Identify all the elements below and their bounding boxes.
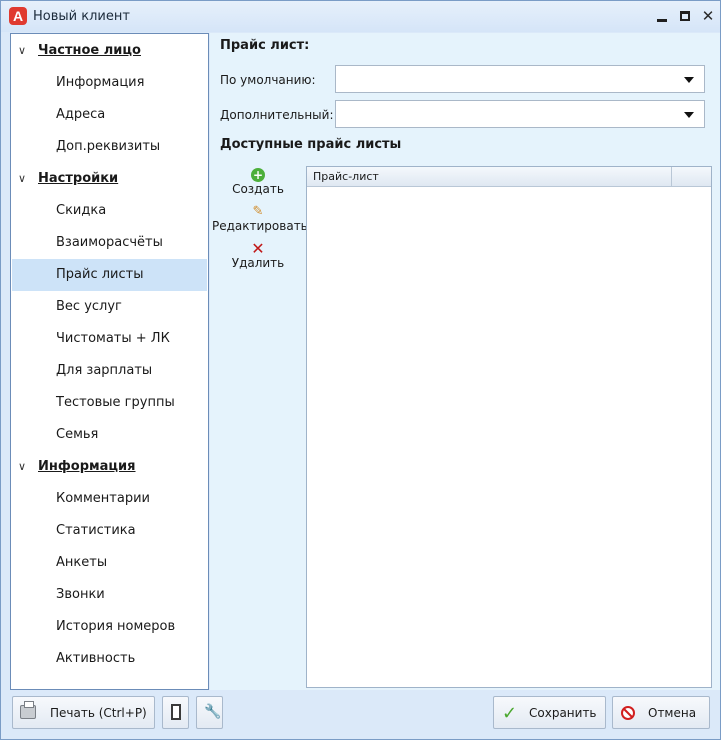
close-button[interactable]: ✕ xyxy=(699,7,717,25)
default-price-list-select[interactable] xyxy=(335,65,705,93)
new-client-window: A Новый клиент ✕ ∨ Частное лицо Информац… xyxy=(0,0,721,740)
additional-price-list-label: Дополнительный: xyxy=(220,108,334,122)
nav-item-label: История номеров xyxy=(56,619,176,634)
nav-item-label: Скидка xyxy=(56,203,107,218)
maximize-icon xyxy=(680,11,690,21)
nav-item-label: Тестовые группы xyxy=(56,395,175,410)
additional-price-list-select[interactable] xyxy=(335,100,705,128)
tools-button[interactable]: 🔧 xyxy=(196,696,223,729)
cancel-label: Отмена xyxy=(648,706,697,720)
nav-item-label: Вес услуг xyxy=(56,299,122,314)
dropdown-arrow-icon xyxy=(684,112,694,118)
create-label: Создать xyxy=(232,182,284,196)
checkmark-icon: ✓ xyxy=(502,703,518,724)
nav-item-label: Семья xyxy=(56,427,99,442)
save-label: Сохранить xyxy=(529,706,597,720)
nav-item-surveys[interactable]: Анкеты xyxy=(11,547,208,579)
cancel-button[interactable]: Отмена xyxy=(612,696,710,729)
delete-label: Удалить xyxy=(231,256,285,270)
nav-group-settings[interactable]: ∨ Настройки xyxy=(11,163,208,195)
app-logo-icon: A xyxy=(9,7,27,25)
grid-header: Прайс-лист xyxy=(307,167,711,187)
available-price-lists-title: Доступные прайс листы xyxy=(220,137,402,152)
price-list-panel: Прайс лист: По умолчанию: Дополнительный… xyxy=(210,33,720,690)
nav-item-phone-history[interactable]: История номеров xyxy=(11,611,208,643)
nav-item-calls[interactable]: Звонки xyxy=(11,579,208,611)
document-icon xyxy=(171,704,181,720)
delete-button[interactable]: ✕ Удалить xyxy=(212,239,304,271)
nav-item-label: Информация xyxy=(56,75,145,90)
nav-group-private-person[interactable]: ∨ Частное лицо xyxy=(11,35,208,67)
pencil-icon: ✎ xyxy=(252,204,264,219)
nav-item-service-weight[interactable]: Вес услуг xyxy=(11,291,208,323)
edit-button[interactable]: ✎ Редактировать xyxy=(212,204,308,234)
title-bar[interactable]: A Новый клиент ✕ xyxy=(1,1,720,32)
nav-item-test-groups[interactable]: Тестовые группы xyxy=(11,387,208,419)
close-icon: ✕ xyxy=(701,7,715,25)
minimize-button[interactable] xyxy=(653,7,671,25)
price-lists-grid[interactable]: Прайс-лист xyxy=(306,166,712,688)
chevron-down-icon: ∨ xyxy=(17,44,27,57)
nav-item-label: Взаиморасчёты xyxy=(56,235,163,250)
column-header-price-list[interactable]: Прайс-лист xyxy=(313,170,379,183)
nav-group-label: Информация xyxy=(38,459,136,474)
nav-item-activity[interactable]: Активность xyxy=(11,643,208,675)
chevron-down-icon: ∨ xyxy=(17,172,27,185)
nav-item-comments[interactable]: Комментарии xyxy=(11,483,208,515)
nav-item-info[interactable]: Информация xyxy=(11,67,208,99)
nav-item-family[interactable]: Семья xyxy=(11,419,208,451)
print-label: Печать (Ctrl+P) xyxy=(50,706,147,720)
document-button[interactable] xyxy=(162,696,189,729)
delete-x-icon: ✕ xyxy=(251,239,265,258)
nav-item-settlements[interactable]: Взаиморасчёты xyxy=(11,227,208,259)
nav-item-label: Чистоматы + ЛК xyxy=(56,331,170,346)
nav-item-label: Для зарплаты xyxy=(56,363,153,378)
nav-item-chistomaty[interactable]: Чистоматы + ЛК xyxy=(11,323,208,355)
default-price-list-label: По умолчанию: xyxy=(220,73,316,87)
nav-group-information[interactable]: ∨ Информация xyxy=(11,451,208,483)
nav-group-label: Настройки xyxy=(38,171,119,186)
save-button[interactable]: ✓ Сохранить xyxy=(493,696,606,729)
nav-item-label: Звонки xyxy=(56,587,105,602)
wrench-icon: 🔧 xyxy=(204,704,222,720)
nav-item-label: Адреса xyxy=(56,107,106,122)
minimize-icon xyxy=(657,19,667,22)
nav-item-label: Прайс листы xyxy=(56,267,144,282)
dropdown-arrow-icon xyxy=(684,77,694,83)
cancel-icon xyxy=(621,706,635,720)
print-button[interactable]: Печать (Ctrl+P) xyxy=(12,696,155,729)
chevron-down-icon: ∨ xyxy=(17,460,27,473)
nav-item-label: Активность xyxy=(56,651,136,666)
nav-item-price-lists[interactable]: Прайс листы xyxy=(12,259,207,291)
nav-item-label: Доп.реквизиты xyxy=(56,139,161,154)
nav-item-statistics[interactable]: Статистика xyxy=(11,515,208,547)
price-list-section-title: Прайс лист: xyxy=(220,38,310,53)
column-separator[interactable] xyxy=(671,167,672,187)
printer-icon xyxy=(20,701,36,719)
nav-item-label: Комментарии xyxy=(56,491,150,506)
nav-item-extra-details[interactable]: Доп.реквизиты xyxy=(11,131,208,163)
nav-tree: ∨ Частное лицо Информация Адреса Доп.рек… xyxy=(10,33,209,690)
window-title: Новый клиент xyxy=(33,9,130,24)
plus-circle-icon: + xyxy=(251,168,265,182)
nav-item-addresses[interactable]: Адреса xyxy=(11,99,208,131)
nav-item-label: Статистика xyxy=(56,523,136,538)
nav-item-discount[interactable]: Скидка xyxy=(11,195,208,227)
nav-item-label: Анкеты xyxy=(56,555,108,570)
nav-group-label: Частное лицо xyxy=(38,43,141,58)
create-button[interactable]: + Создать xyxy=(212,168,304,196)
edit-label: Редактировать xyxy=(212,219,308,233)
nav-item-salary[interactable]: Для зарплаты xyxy=(11,355,208,387)
maximize-button[interactable] xyxy=(676,7,694,25)
